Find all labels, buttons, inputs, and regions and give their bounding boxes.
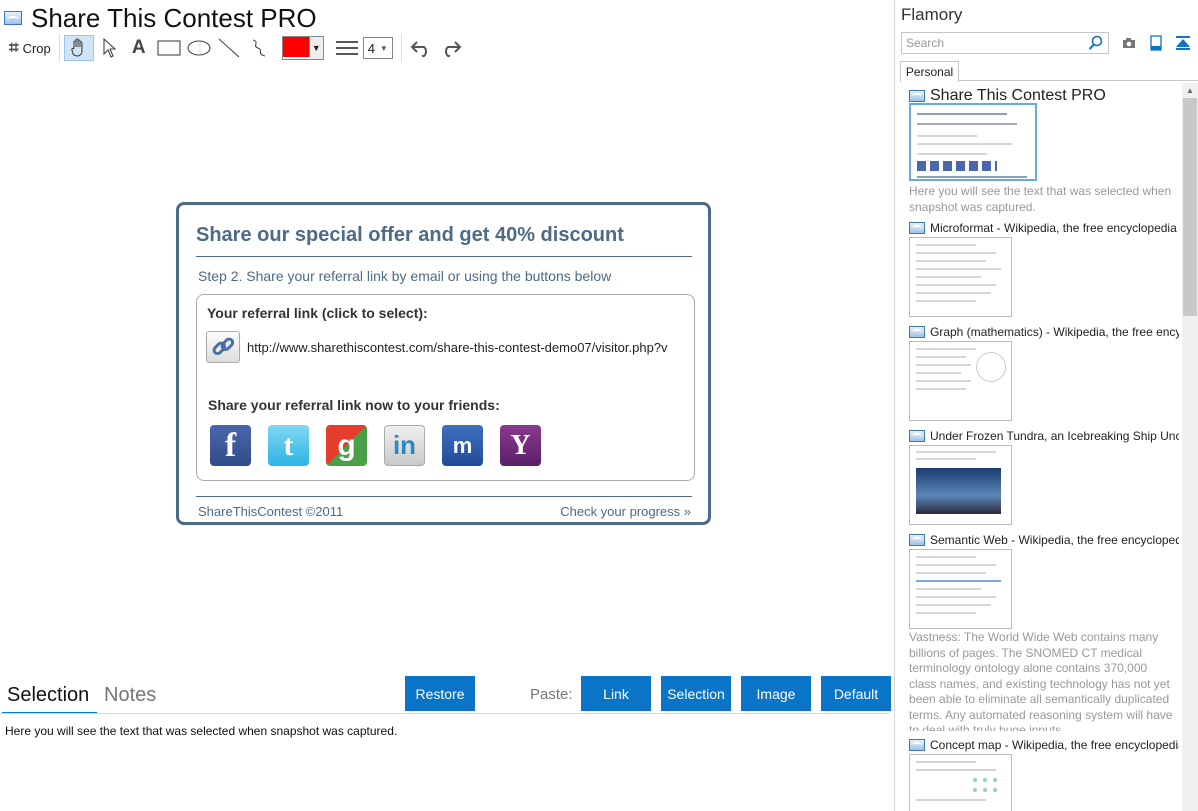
ellipse-icon[interactable] (184, 35, 214, 61)
facebook-button[interactable]: f (210, 425, 251, 466)
snapshot-title[interactable]: Under Frozen Tundra, an Icebreaking Ship… (909, 429, 1179, 443)
search-icon[interactable] (1088, 35, 1104, 51)
twitter-button[interactable]: t (268, 425, 309, 466)
facebook-icon: f (224, 426, 237, 464)
search-placeholder: Search (906, 36, 945, 50)
app-icon (4, 11, 22, 25)
snapshot-thumbnail[interactable] (909, 549, 1012, 629)
yahoo-button[interactable]: Y (500, 425, 541, 466)
linkedin-button[interactable]: in (384, 425, 425, 466)
widget-copyright: ShareThisContest ©2011 (198, 504, 344, 519)
page-icon (909, 534, 925, 546)
google-icon: g (337, 428, 356, 462)
search-input[interactable]: Search (901, 32, 1109, 54)
crop-icon: ⌗ (9, 38, 19, 57)
paste-label: Paste: (530, 686, 573, 703)
pane-divider[interactable] (894, 0, 895, 811)
tab-notes[interactable]: Notes (104, 684, 156, 707)
check-progress-link[interactable]: Check your progress » (560, 504, 691, 519)
paste-link-button[interactable]: Link (581, 676, 651, 711)
sidebar-app-name: Flamory (901, 5, 963, 24)
page-icon (909, 90, 925, 102)
main-pane: Share This Contest PRO ⌗ Crop A ▼ 4 ▼ Sh… (0, 0, 894, 811)
tab-selection[interactable]: Selection (7, 684, 89, 707)
social-buttons: f t g in m Y (210, 425, 558, 466)
chevron-down-icon: ▼ (379, 43, 388, 53)
toolbar-divider (58, 34, 60, 62)
myspace-icon: m (452, 432, 473, 458)
snapshot-thumbnail[interactable] (909, 341, 1012, 421)
window-title: Share This Contest PRO (31, 2, 317, 33)
widget-step-text: Step 2. Share your referral link by emai… (198, 268, 612, 284)
freehand-icon[interactable] (244, 35, 274, 61)
text-tool-glyph: A (131, 37, 146, 58)
snapshot-title[interactable]: Concept map - Wikipedia, the free encycl… (909, 738, 1179, 752)
text-icon[interactable]: A (124, 35, 154, 61)
twitter-icon: t (283, 428, 294, 462)
share-label: Share your referral link now to your fri… (208, 397, 500, 413)
page-icon (909, 430, 925, 442)
snapshot-title-text: Under Frozen Tundra, an Icebreaking Ship… (930, 429, 1179, 443)
rectangle-icon[interactable] (154, 35, 184, 61)
camera-icon[interactable] (1120, 34, 1138, 52)
snapshot-description: Here you will see the text that was sele… (909, 184, 1172, 214)
document-icon[interactable] (1147, 34, 1165, 52)
snapshot-title-text: Microformat - Wikipedia, the free encycl… (930, 221, 1177, 235)
paste-image-button[interactable]: Image (741, 676, 811, 711)
referral-url[interactable]: http://www.sharethiscontest.com/share-th… (247, 340, 668, 355)
page-icon (909, 222, 925, 234)
snapshot-thumbnail[interactable] (909, 445, 1012, 525)
link-icon[interactable] (206, 331, 240, 363)
referral-box: Your referral link (click to select): ht… (196, 294, 695, 481)
snapshot-title-text: Concept map - Wikipedia, the free encycl… (930, 738, 1179, 752)
snapshot-thumbnail[interactable] (909, 237, 1012, 317)
scroll-up-icon[interactable]: ▲ (1182, 84, 1198, 98)
snapshot-thumbnail[interactable] (909, 103, 1037, 181)
toolbar-divider (400, 34, 402, 62)
crop-label: Crop (22, 40, 51, 56)
hand-icon[interactable] (63, 35, 94, 61)
snapshot-title[interactable]: Graph (mathematics) - Wikipedia, the fre… (909, 325, 1179, 339)
footer-divider (196, 496, 692, 497)
snapshot-title[interactable]: Semantic Web - Wikipedia, the free encyc… (909, 533, 1179, 547)
referral-label: Your referral link (click to select): (207, 305, 428, 321)
line-width-value: 4 (367, 40, 375, 56)
paste-default-button[interactable]: Default (821, 676, 891, 711)
window-title-bar: Share This Contest PRO (4, 2, 317, 33)
selection-text[interactable]: Here you will see the text that was sele… (5, 724, 397, 738)
undo-icon[interactable] (406, 35, 436, 61)
snapshot-title-text: Graph (mathematics) - Wikipedia, the fre… (930, 325, 1179, 339)
tabs-divider (0, 713, 890, 714)
pin-to-top-icon[interactable] (1174, 34, 1192, 52)
line-width-icon (335, 35, 358, 61)
tab-personal[interactable]: Personal (900, 61, 959, 82)
pointer-icon[interactable] (94, 35, 124, 61)
google-button[interactable]: g (326, 425, 367, 466)
restore-button[interactable]: Restore (405, 676, 475, 711)
annotation-toolbar: ⌗ Crop A ▼ 4 ▼ (5, 34, 466, 62)
share-contest-widget: Share our special offer and get 40% disc… (176, 202, 711, 525)
page-icon (909, 739, 925, 751)
snapshot-description: Vastness: The World Wide Web contains ma… (909, 630, 1173, 731)
chevron-down-icon: ▼ (309, 37, 323, 59)
snapshot-title-text: Semantic Web - Wikipedia, the free encyc… (930, 533, 1179, 547)
scrollbar-thumb[interactable] (1183, 98, 1197, 316)
color-picker[interactable]: ▼ (281, 36, 324, 60)
heading-divider (196, 256, 692, 257)
paste-selection-button[interactable]: Selection (661, 676, 731, 711)
widget-heading: Share our special offer and get 40% disc… (196, 224, 624, 246)
crop-button[interactable]: ⌗ Crop (5, 35, 55, 61)
page-icon (909, 326, 925, 338)
color-swatch (282, 37, 310, 57)
redo-icon[interactable] (436, 35, 466, 61)
yahoo-icon: Y (510, 429, 531, 461)
myspace-button[interactable]: m (442, 425, 483, 466)
tab-baseline (958, 80, 1198, 81)
line-width-select[interactable]: 4 ▼ (362, 37, 393, 59)
snapshot-title[interactable]: Microformat - Wikipedia, the free encycl… (909, 221, 1179, 235)
snapshot-thumbnail[interactable] (909, 754, 1012, 811)
flamory-sidebar: Flamory Search Personal Share This Conte… (896, 0, 1198, 811)
line-icon[interactable] (214, 35, 244, 61)
linkedin-icon: in (392, 430, 417, 460)
